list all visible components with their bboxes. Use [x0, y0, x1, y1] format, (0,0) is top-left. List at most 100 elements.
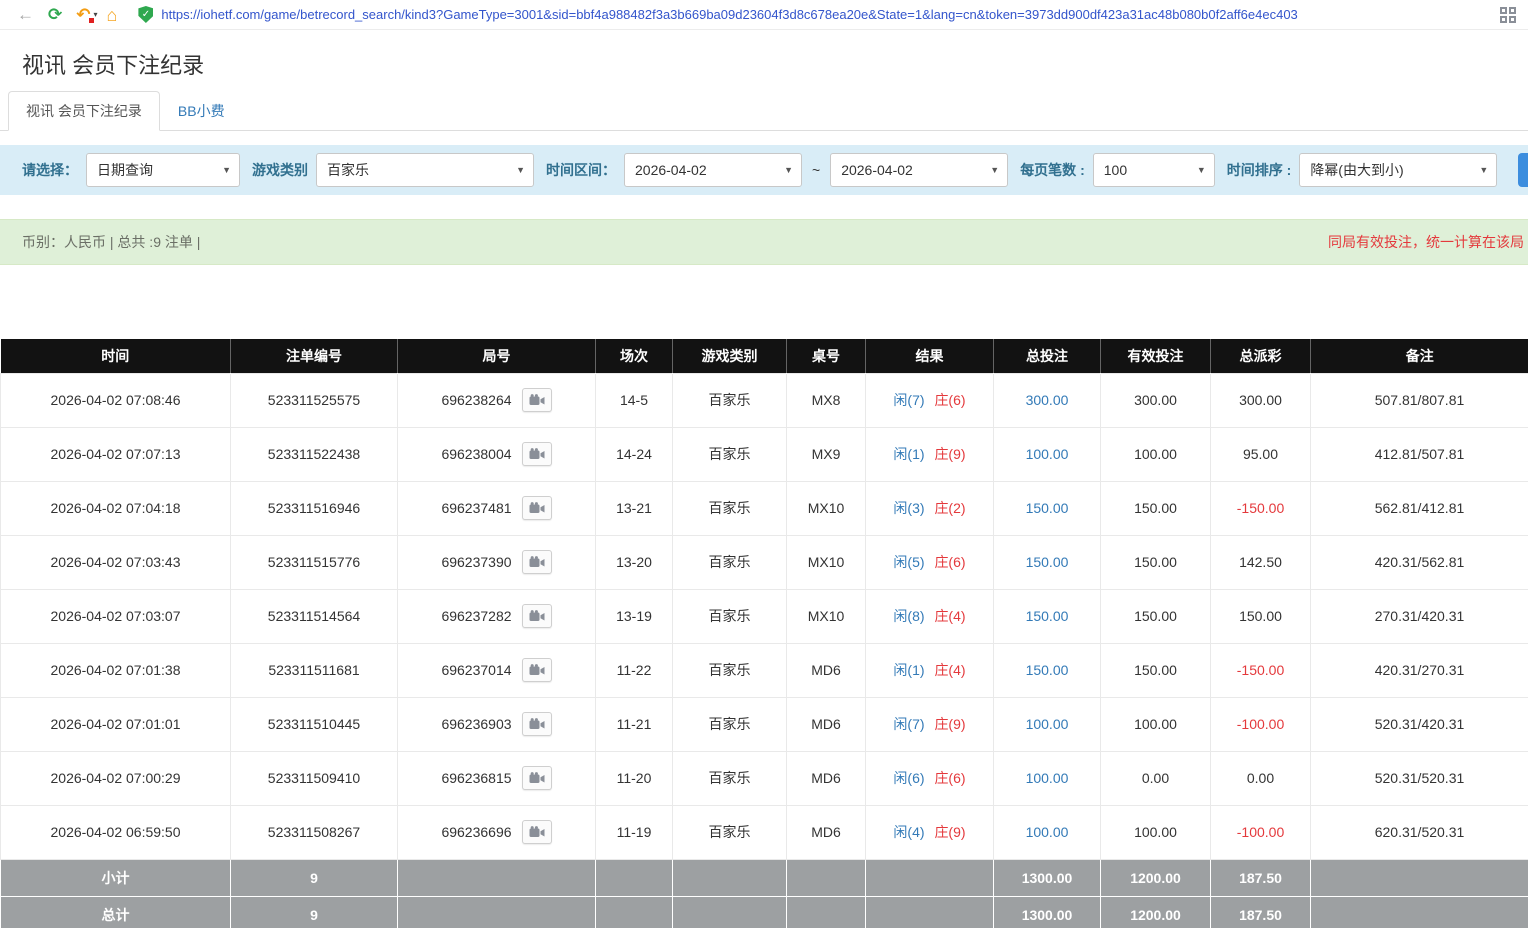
total-bet-cell[interactable]: 300.00 — [994, 373, 1101, 427]
video-replay-icon[interactable] — [522, 766, 552, 790]
total-bet-cell[interactable]: 150.00 — [994, 535, 1101, 589]
page-title: 视讯 会员下注纪录 — [22, 48, 1528, 80]
column-header-4: 游戏类别 — [673, 339, 787, 373]
payout-cell: 95.00 — [1211, 427, 1311, 481]
filter-bar: 请选择： 日期查询 ▼ 游戏类别 百家乐 ▼ 时间区间： 2026-04-02 … — [0, 145, 1528, 195]
payout-cell: -150.00 — [1211, 481, 1311, 535]
table-no-cell: MX10 — [787, 481, 866, 535]
total-bet-cell[interactable]: 100.00 — [994, 697, 1101, 751]
round-number: 696237014 — [441, 662, 511, 678]
total-bet-cell[interactable]: 150.00 — [994, 481, 1101, 535]
column-header-8: 有效投注 — [1101, 339, 1211, 373]
total-count: 9 — [231, 896, 398, 928]
result-player: 闲(1) — [893, 446, 924, 462]
table-row: 2026-04-02 07:03:07 523311514564 6962372… — [1, 589, 1528, 643]
sort-value: 降幂(由大到小) — [1310, 160, 1403, 180]
undo-icon[interactable]: ↶ — [76, 6, 90, 23]
sort-select[interactable]: 降幂(由大到小) ▼ — [1299, 153, 1497, 187]
round-number: 696238264 — [441, 392, 511, 408]
result-banker: 庄(6) — [934, 392, 965, 408]
round-number: 696237282 — [441, 608, 511, 624]
home-icon[interactable]: ⌂ — [107, 6, 118, 24]
round-number: 696237390 — [441, 554, 511, 570]
result-cell: 闲(5) 庄(6) — [866, 535, 994, 589]
round-number: 696237481 — [441, 500, 511, 516]
column-header-9: 总派彩 — [1211, 339, 1311, 373]
address-bar[interactable]: ✓ https://iohetf.com/game/betrecord_sear… — [138, 6, 1490, 23]
result-player: 闲(5) — [893, 554, 924, 570]
total-bet-cell[interactable]: 100.00 — [994, 751, 1101, 805]
game-type-select[interactable]: 百家乐 ▼ — [316, 153, 534, 187]
bet-id-cell: 523311508267 — [231, 805, 398, 859]
shield-icon: ✓ — [138, 6, 153, 23]
extensions-grid-icon[interactable] — [1500, 7, 1516, 23]
video-replay-icon[interactable] — [522, 442, 552, 466]
caret-down-icon: ▼ — [1479, 165, 1488, 175]
bet-id-cell: 523311525575 — [231, 373, 398, 427]
page-size-select[interactable]: 100 ▼ — [1093, 153, 1215, 187]
note-cell: 520.31/520.31 — [1311, 751, 1528, 805]
total-bet-cell[interactable]: 100.00 — [994, 805, 1101, 859]
caret-down-icon: ▼ — [784, 165, 793, 175]
result-banker: 庄(2) — [934, 500, 965, 516]
result-cell: 闲(1) 庄(9) — [866, 427, 994, 481]
video-replay-icon[interactable] — [522, 550, 552, 574]
payout-cell: -150.00 — [1211, 643, 1311, 697]
round-number: 696236903 — [441, 716, 511, 732]
back-icon[interactable]: ← — [17, 6, 34, 23]
tilde-separator: ~ — [812, 162, 820, 178]
subtotal-row: 小计 9 1300.00 1200.00 187.50 — [1, 859, 1528, 896]
video-replay-icon[interactable] — [522, 604, 552, 628]
time-range-label: 时间区间： — [546, 160, 616, 180]
note-cell: 420.31/270.31 — [1311, 643, 1528, 697]
page-size-value: 100 — [1104, 162, 1127, 178]
video-replay-icon[interactable] — [522, 388, 552, 412]
subtotal-label: 小计 — [1, 859, 231, 896]
bet-id-cell: 523311510445 — [231, 697, 398, 751]
game-type-value: 百家乐 — [327, 160, 369, 180]
url-text[interactable]: https://iohetf.com/game/betrecord_search… — [161, 7, 1297, 22]
video-replay-icon[interactable] — [522, 496, 552, 520]
total-bet-cell[interactable]: 150.00 — [994, 589, 1101, 643]
session-cell: 11-22 — [596, 643, 673, 697]
bet-id-cell: 523311522438 — [231, 427, 398, 481]
round-cell: 696236903 — [398, 697, 596, 751]
column-header-7: 总投注 — [994, 339, 1101, 373]
bet-records-table: 时间注单编号局号场次游戏类别桌号结果总投注有效投注总派彩备注 2026-04-0… — [0, 339, 1528, 928]
query-type-select[interactable]: 日期查询 ▼ — [86, 153, 240, 187]
tab-bar: 视讯 会员下注纪录 BB小费 — [0, 92, 1528, 131]
refresh-icon[interactable]: ⟳ — [48, 6, 62, 23]
bet-id-cell: 523311516946 — [231, 481, 398, 535]
date-from-select[interactable]: 2026-04-02 ▼ — [624, 153, 802, 187]
total-bet-cell[interactable]: 150.00 — [994, 643, 1101, 697]
tab-betting-records[interactable]: 视讯 会员下注纪录 — [8, 91, 160, 131]
subtotal-total-bet: 1300.00 — [994, 859, 1101, 896]
round-cell: 696238264 — [398, 373, 596, 427]
result-banker: 庄(9) — [934, 824, 965, 840]
column-header-2: 局号 — [398, 339, 596, 373]
date-to-select[interactable]: 2026-04-02 ▼ — [830, 153, 1008, 187]
game-type-cell: 百家乐 — [673, 643, 787, 697]
result-player: 闲(4) — [893, 824, 924, 840]
chevron-down-icon[interactable]: ▾ — [94, 10, 98, 19]
valid-bet-cell: 100.00 — [1101, 427, 1211, 481]
tab-bb-tip[interactable]: BB小费 — [160, 91, 243, 131]
video-replay-icon[interactable] — [522, 658, 552, 682]
date-from-value: 2026-04-02 — [635, 162, 707, 178]
browser-chrome: ← ⟳ ↶ ▾ ⌂ ✓ https://iohetf.com/game/betr… — [0, 0, 1528, 30]
table-no-cell: MX10 — [787, 589, 866, 643]
valid-bet-cell: 150.00 — [1101, 643, 1211, 697]
caret-down-icon: ▼ — [516, 165, 525, 175]
game-type-label: 游戏类别 — [252, 160, 308, 180]
game-type-cell: 百家乐 — [673, 589, 787, 643]
table-row: 2026-04-02 07:03:43 523311515776 6962373… — [1, 535, 1528, 589]
sort-label: 时间排序 : — [1227, 160, 1292, 180]
search-button[interactable] — [1518, 153, 1528, 187]
valid-bet-cell: 300.00 — [1101, 373, 1211, 427]
video-replay-icon[interactable] — [522, 712, 552, 736]
total-total-bet: 1300.00 — [994, 896, 1101, 928]
video-replay-icon[interactable] — [522, 820, 552, 844]
valid-bet-cell: 150.00 — [1101, 589, 1211, 643]
caret-down-icon: ▼ — [222, 165, 231, 175]
total-bet-cell[interactable]: 100.00 — [994, 427, 1101, 481]
